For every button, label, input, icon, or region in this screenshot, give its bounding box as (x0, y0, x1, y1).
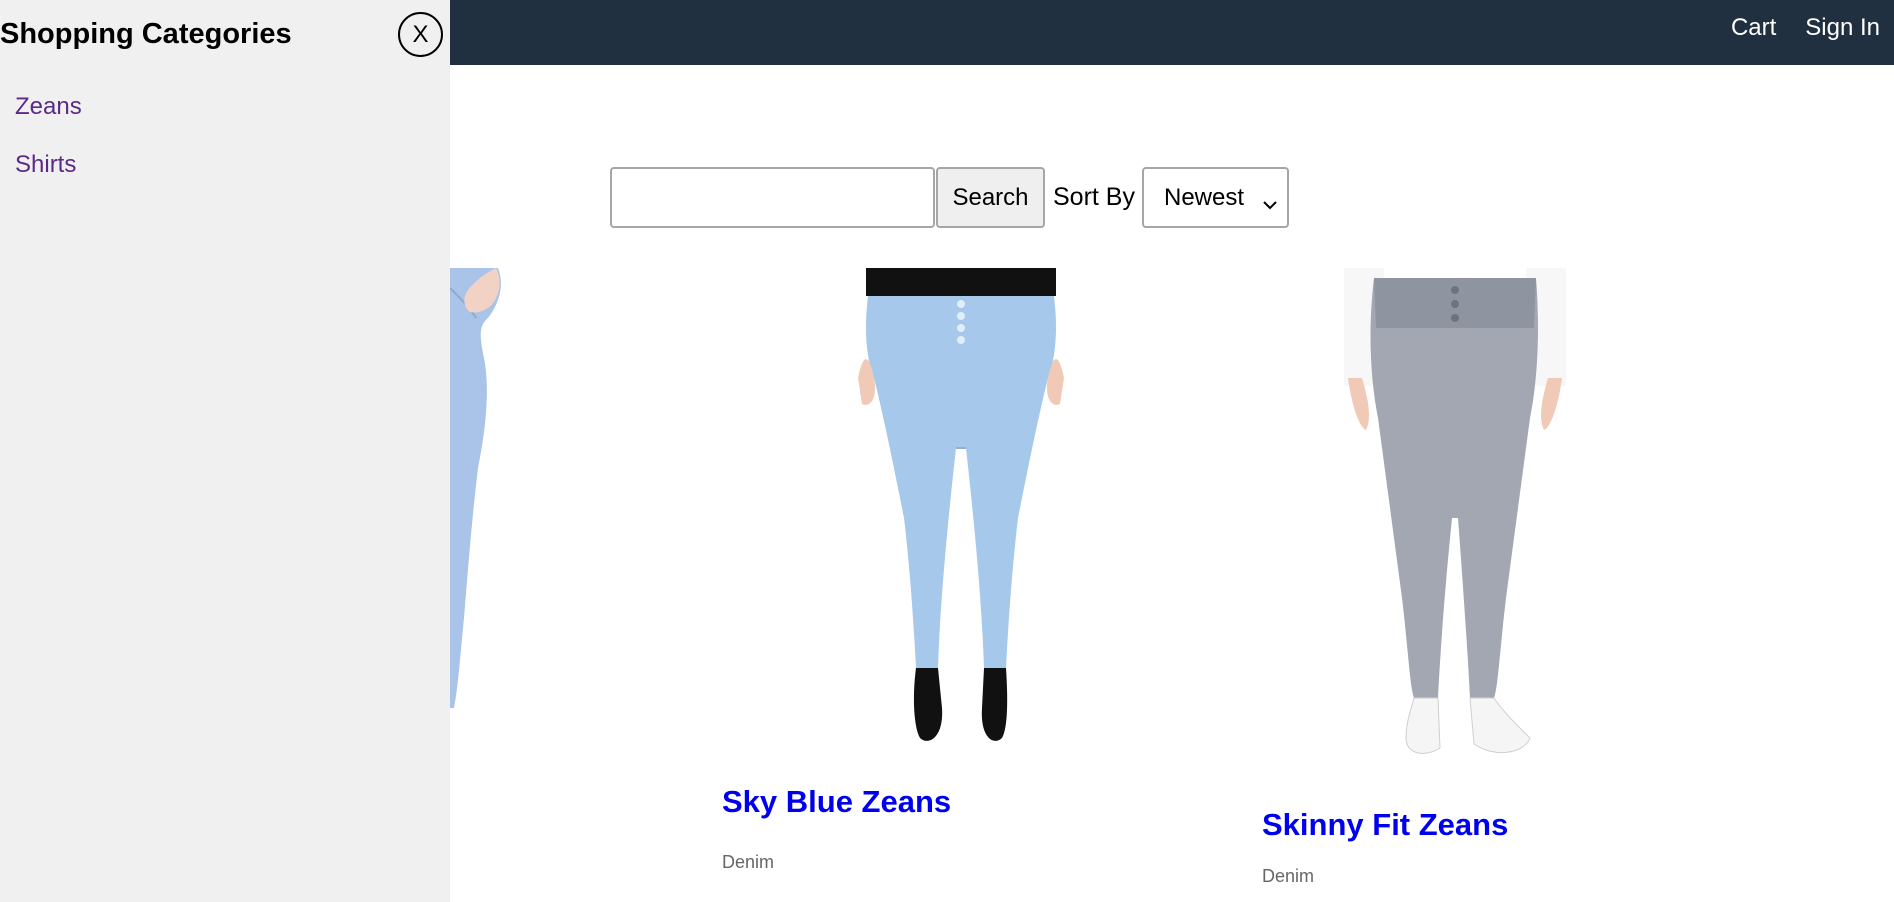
chevron-down-icon (1263, 189, 1277, 217)
product-image-2[interactable] (858, 268, 1064, 748)
categories-sidebar: Shopping Categories X Zeans Shirts (0, 0, 450, 902)
sort-label: Sort By (1053, 183, 1135, 211)
product-image-1[interactable] (450, 268, 520, 708)
search-button[interactable]: Search (936, 167, 1045, 228)
category-link-shirts[interactable]: Shirts (15, 151, 76, 179)
page: Cart Sign In Search Sort By Newest Sky B… (0, 0, 1894, 902)
sign-in-link[interactable]: Sign In (1805, 14, 1880, 42)
search-bar: Search Sort By Newest (610, 167, 1289, 228)
sidebar-title: Shopping Categories (0, 18, 292, 50)
search-input[interactable] (610, 167, 935, 228)
product-brand-3: Denim (1262, 866, 1315, 886)
product-title-3[interactable]: Skinny Fit Zeans (1262, 807, 1508, 843)
product-image-3[interactable] (1344, 268, 1566, 764)
category-link-zeans[interactable]: Zeans (15, 93, 82, 121)
cart-link[interactable]: Cart (1731, 14, 1776, 42)
sort-selected-value: Newest (1163, 183, 1245, 211)
header-links: Cart Sign In (1731, 0, 1880, 56)
product-title-2[interactable]: Sky Blue Zeans (722, 784, 951, 820)
close-sidebar-button[interactable]: X (398, 12, 443, 57)
product-brand-2: Denim (722, 852, 775, 872)
sort-select[interactable]: Newest (1141, 167, 1289, 228)
